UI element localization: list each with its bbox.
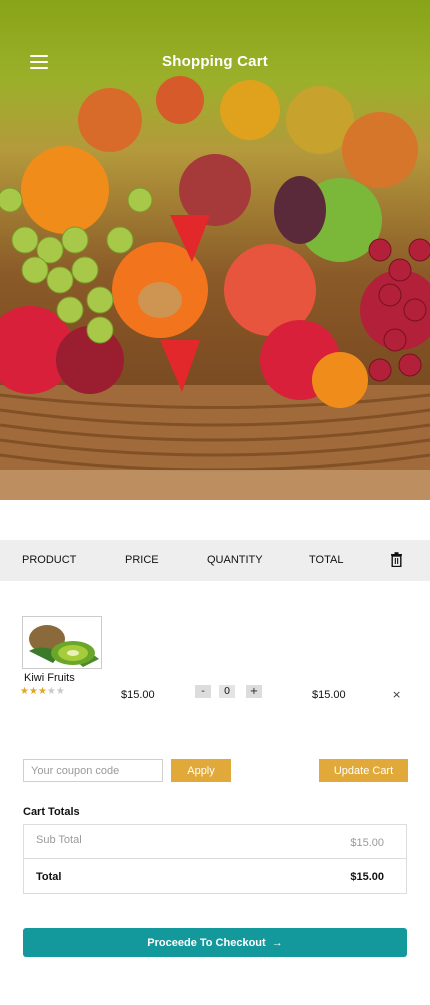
sub-total-value: $15.00	[350, 837, 384, 849]
cart-totals-table: Sub Total $15.00 Total $15.00	[23, 824, 407, 894]
remove-item-button[interactable]: ×	[392, 688, 401, 701]
column-header-quantity: QUANTITY	[207, 554, 263, 566]
trash-icon[interactable]	[390, 552, 403, 568]
product-price: $15.00	[121, 689, 155, 701]
total-value: $15.00	[350, 871, 384, 883]
column-header-product: PRODUCT	[22, 554, 77, 566]
sub-total-label: Sub Total	[36, 834, 82, 846]
product-thumbnail[interactable]	[22, 616, 102, 669]
proceed-to-checkout-button[interactable]: Proceede To Checkout →	[23, 928, 407, 957]
fruit-basket-image	[0, 76, 430, 500]
cart-totals-title: Cart Totals	[23, 806, 80, 818]
cart-table-header: PRODUCT PRICE QUANTITY TOTAL	[0, 540, 430, 581]
product-total: $15.00	[312, 689, 346, 701]
hero-banner: Shopping Cart	[0, 0, 430, 500]
star-icon-empty: ★	[46, 686, 56, 697]
product-rating: ★★★★★	[20, 686, 65, 697]
checkout-label: Proceede To Checkout	[147, 936, 266, 949]
totals-divider	[24, 858, 406, 859]
apply-coupon-button[interactable]: Apply	[171, 759, 231, 782]
quantity-value[interactable]: 0	[219, 685, 235, 698]
star-icon-empty: ★	[55, 686, 65, 697]
coupon-code-input[interactable]	[23, 759, 163, 782]
column-header-total: TOTAL	[309, 554, 344, 566]
star-icon-filled: ★	[20, 686, 29, 697]
update-cart-button[interactable]: Update Cart	[319, 759, 408, 782]
quantity-increment-button[interactable]: +	[246, 685, 262, 698]
page-title: Shopping Cart	[162, 53, 268, 70]
arrow-right-icon: →	[271, 936, 283, 949]
total-label: Total	[36, 871, 62, 883]
column-header-price: PRICE	[125, 554, 159, 566]
quantity-decrement-button[interactable]: -	[195, 685, 211, 698]
star-icon-filled: ★	[37, 686, 47, 697]
star-icon-filled: ★	[28, 686, 38, 697]
product-name[interactable]: Kiwi Fruits	[24, 672, 75, 684]
